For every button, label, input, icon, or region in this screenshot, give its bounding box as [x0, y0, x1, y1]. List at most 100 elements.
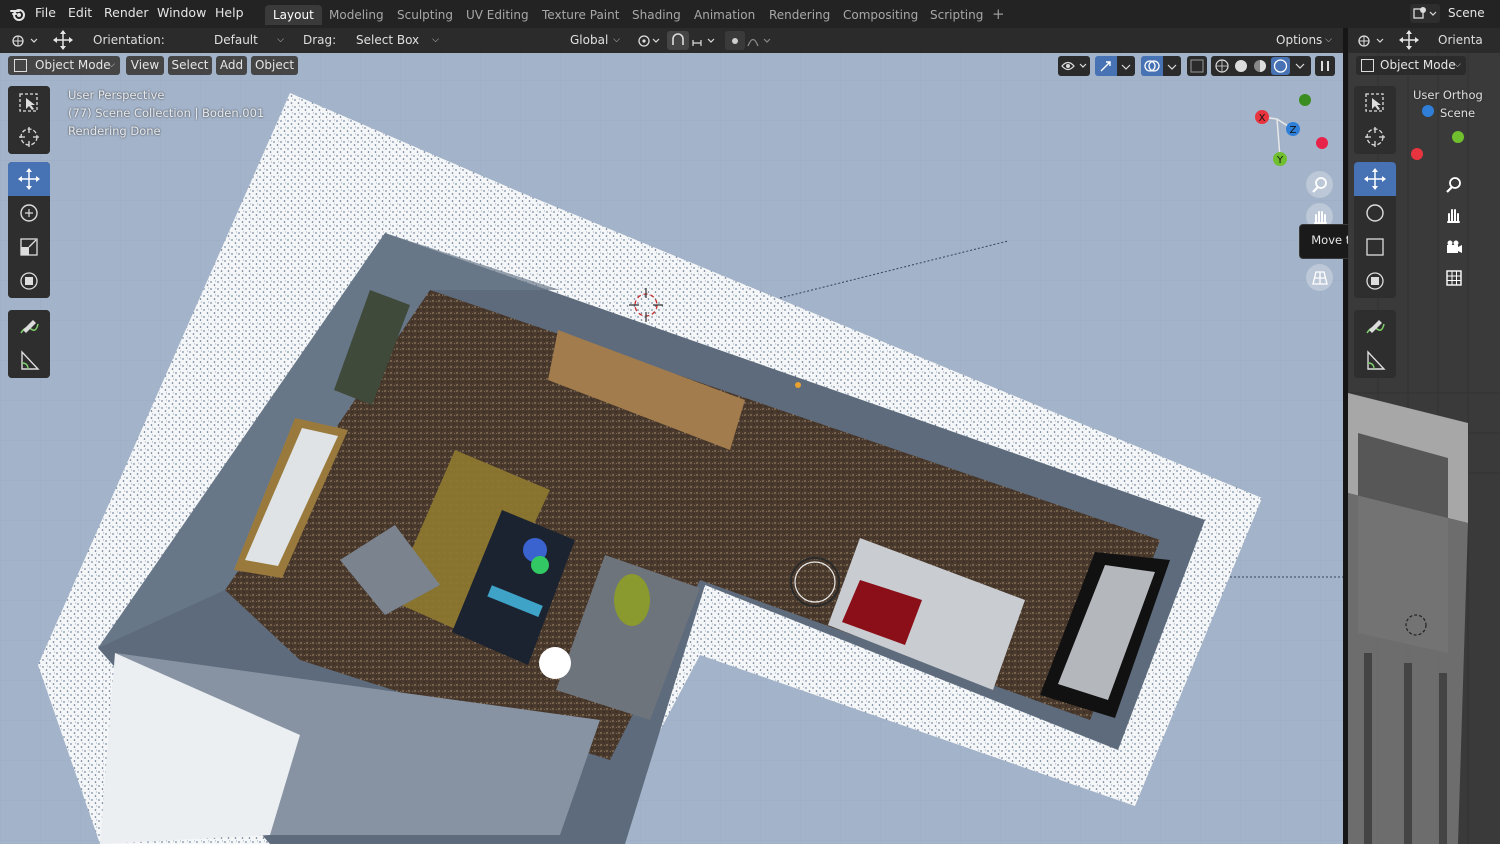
- overlays-toggle-icon[interactable]: [1141, 56, 1163, 76]
- annotate-tool[interactable]: [8, 310, 50, 344]
- add-menu[interactable]: Add: [216, 56, 247, 75]
- transform-orientation-value: Global: [570, 33, 609, 47]
- mode-value: Object Mode: [35, 58, 111, 72]
- menu-edit[interactable]: Edit: [68, 5, 92, 20]
- chevron-down-icon: ⌵: [277, 35, 284, 45]
- right-viewport-info-view: User Orthog: [1413, 88, 1483, 102]
- object-mode-icon: [14, 59, 27, 72]
- tab-scripting[interactable]: Scripting: [922, 5, 991, 25]
- tab-animation[interactable]: Animation: [686, 5, 763, 25]
- object-mode-icon: [1361, 59, 1374, 72]
- scale-icon: [1366, 238, 1384, 256]
- orientation-value: Default: [214, 33, 258, 47]
- visibility-icon[interactable]: [1058, 56, 1090, 76]
- cursor-icon: [19, 127, 39, 147]
- xray-toggle-icon[interactable]: [1187, 56, 1207, 76]
- perspective-toggle-button[interactable]: [1306, 264, 1333, 291]
- grid-icon[interactable]: [1444, 268, 1464, 288]
- plant: [614, 574, 650, 626]
- viewport-info-view: User Perspective: [68, 88, 165, 102]
- tab-rendering[interactable]: Rendering: [761, 5, 838, 25]
- navigation-gizmo[interactable]: X Z Y: [1250, 91, 1335, 171]
- toolbar-group-annotate: [8, 310, 50, 378]
- options-label: Options: [1276, 33, 1323, 47]
- chevron-down-icon[interactable]: [1117, 56, 1135, 76]
- orientation-dropdown[interactable]: Default ⌵: [188, 31, 289, 50]
- hand-icon[interactable]: [1444, 206, 1464, 226]
- scene-name[interactable]: Scene: [1448, 6, 1485, 20]
- chevron-down-icon[interactable]: [1163, 56, 1181, 76]
- origin-point: [795, 382, 801, 388]
- drag-label: Drag:: [303, 33, 337, 47]
- mode-dropdown[interactable]: Object Mode ⌵: [8, 56, 120, 75]
- object-menu[interactable]: Object: [251, 56, 298, 75]
- annotate-tool[interactable]: [1354, 310, 1396, 344]
- cursor-tool[interactable]: [1354, 120, 1396, 154]
- measure-tool[interactable]: [1354, 344, 1396, 378]
- secondary-3d-viewport[interactable]: Object Mode ⌵ User Orthog Scene: [1348, 53, 1500, 844]
- move-tool-header-icon: [1396, 29, 1422, 51]
- move-tool[interactable]: [1354, 162, 1396, 196]
- options-dropdown[interactable]: Options ⌵: [1270, 31, 1337, 50]
- transform-tool[interactable]: [8, 264, 50, 298]
- right-mode-dropdown[interactable]: Object Mode ⌵: [1356, 56, 1466, 75]
- zoom-button[interactable]: [1306, 171, 1333, 198]
- editor-type-icon[interactable]: [10, 31, 42, 50]
- scale-tool[interactable]: [8, 230, 50, 264]
- tab-uv-editing[interactable]: UV Editing: [458, 5, 537, 25]
- cursor-tool[interactable]: [8, 120, 50, 154]
- rotate-tool[interactable]: [8, 196, 50, 230]
- screen-graphic: [531, 556, 549, 574]
- viewport-info-collection: (77) Scene Collection | Boden.001: [68, 106, 265, 120]
- pause-render-icon[interactable]: [1315, 56, 1335, 76]
- measure-icon: [1367, 350, 1386, 370]
- toolbar-group-transform: [8, 162, 50, 298]
- scale-tool[interactable]: [1354, 230, 1396, 264]
- snap-toggle-icon[interactable]: [667, 31, 689, 50]
- zoom-icon[interactable]: [1444, 175, 1464, 195]
- measure-tool[interactable]: [8, 344, 50, 378]
- blender-logo-icon[interactable]: [9, 5, 27, 23]
- transform-icon: [20, 272, 38, 290]
- annotate-icon: [20, 320, 39, 334]
- gizmo-z-label: Z: [1290, 125, 1297, 136]
- select-menu[interactable]: Select: [168, 56, 212, 75]
- tab-shading[interactable]: Shading: [624, 5, 689, 25]
- tab-texture-paint[interactable]: Texture Paint: [534, 5, 627, 25]
- right-mode-value: Object Mode: [1380, 58, 1456, 72]
- cursor-icon: [1365, 127, 1385, 147]
- select-box-tool[interactable]: [8, 86, 50, 120]
- rotate-tool[interactable]: [1354, 196, 1396, 230]
- scene-render: [0, 53, 1343, 844]
- select-box-tool[interactable]: [1354, 86, 1396, 120]
- scene-selector-icon[interactable]: [1410, 4, 1440, 23]
- tab-layout[interactable]: Layout: [265, 5, 322, 25]
- add-workspace-icon[interactable]: +: [992, 5, 1005, 23]
- menu-help[interactable]: Help: [215, 5, 244, 20]
- transform-orientation-dropdown[interactable]: Global ⌵: [545, 31, 625, 50]
- 3d-viewport[interactable]: User Perspective (77) Scene Collection |…: [0, 53, 1343, 844]
- pivot-point-icon[interactable]: [633, 31, 663, 50]
- right-orientation-label: Orienta: [1438, 33, 1483, 47]
- drag-dropdown[interactable]: Select Box ⌵: [350, 31, 444, 50]
- falloff-icon[interactable]: [745, 31, 775, 50]
- tab-sculpting[interactable]: Sculpting: [389, 5, 461, 25]
- editor-type-icon[interactable]: [1356, 31, 1388, 50]
- light-object: [539, 647, 571, 679]
- hand-icon: [1313, 210, 1327, 224]
- tab-modeling[interactable]: Modeling: [321, 5, 392, 25]
- menu-file[interactable]: File: [35, 5, 56, 20]
- menu-render[interactable]: Render: [104, 5, 149, 20]
- snap-target-icon[interactable]: [689, 31, 719, 50]
- right-navigation-gizmo[interactable]: [1410, 101, 1475, 166]
- transform-tool[interactable]: [1354, 264, 1396, 298]
- view-menu[interactable]: View: [126, 56, 164, 75]
- tab-compositing[interactable]: Compositing: [835, 5, 926, 25]
- gizmo-toggle-icon[interactable]: [1095, 56, 1117, 76]
- camera-icon[interactable]: [1444, 237, 1464, 257]
- gizmo-y-label: Y: [1276, 155, 1284, 166]
- proportional-edit-icon[interactable]: [725, 31, 745, 50]
- move-tool[interactable]: [8, 162, 50, 196]
- menu-window[interactable]: Window: [157, 5, 206, 20]
- gizmo-x-label: X: [1259, 113, 1266, 124]
